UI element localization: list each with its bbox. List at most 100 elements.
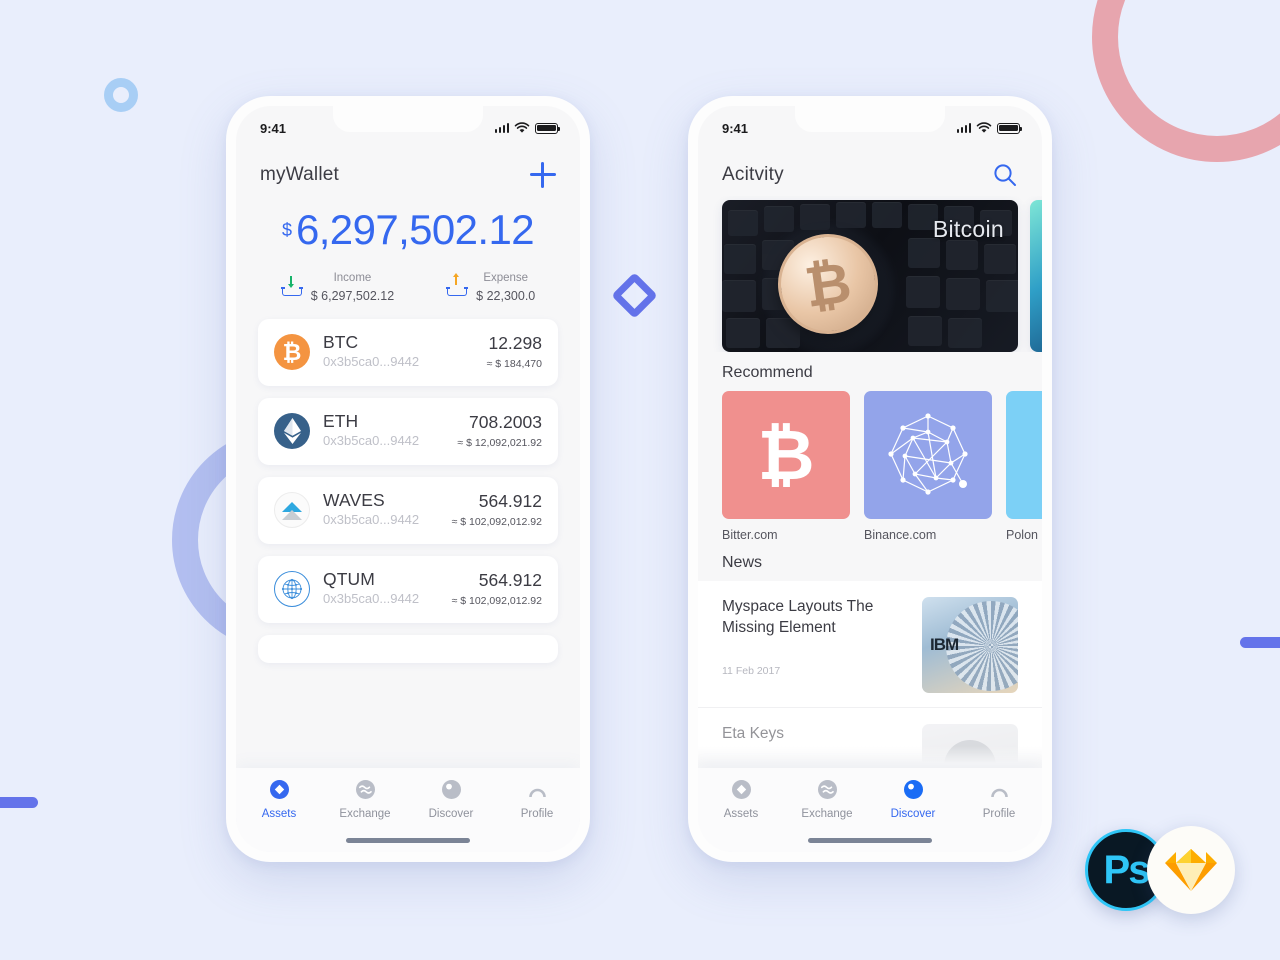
discover-icon	[408, 778, 494, 800]
wifi-icon	[976, 122, 992, 133]
ethereum-icon	[274, 413, 310, 450]
tab-label: Profile	[982, 808, 1016, 820]
status-time: 9:41	[260, 120, 287, 136]
tab-profile[interactable]: Profile	[494, 778, 580, 822]
tab-exchange[interactable]: Exchange	[322, 778, 408, 822]
asset-symbol: QTUM	[323, 569, 375, 590]
list-item[interactable]: ₿ Bitter.com	[722, 391, 850, 542]
exchange-icon	[322, 778, 408, 800]
asset-address: 0x3b5ca0...9442	[323, 512, 420, 528]
news-text: Eta Keys	[722, 724, 908, 745]
home-indicator[interactable]	[346, 838, 470, 843]
tab-discover[interactable]: Discover	[408, 778, 494, 822]
list-item[interactable]: Polon	[1006, 391, 1042, 542]
status-time: 9:41	[722, 120, 749, 136]
profile-icon	[494, 778, 580, 800]
tab-assets[interactable]: Assets	[698, 778, 784, 822]
asset-address: 0x3b5ca0...9442	[323, 433, 420, 449]
tab-label: Exchange	[339, 808, 391, 820]
poloniex-icon	[1006, 391, 1042, 519]
banner-bitcoin[interactable]: ₿ Bitcoin	[722, 200, 1018, 352]
asset-values: 564.912 ≈ $ 102,092,012.92	[452, 570, 542, 609]
tab-discover[interactable]: Discover	[870, 778, 956, 822]
asset-main: BTC 0x3b5ca0...9442	[323, 332, 487, 371]
table-row[interactable]: QTUM 0x3b5ca0...9442 564.912 ≈ $ 102,092…	[258, 555, 558, 623]
page-title: myWallet	[260, 164, 340, 185]
tab-label: Assets	[723, 808, 759, 820]
table-row[interactable]: ₿ BTC 0x3b5ca0...9442 12.298 ≈ $ 184,470	[258, 318, 558, 386]
sketch-icon	[1147, 826, 1235, 914]
asset-fiat-value: ≈ $ 12,092,021.92	[457, 436, 542, 449]
recommend-carousel[interactable]: ₿ Bitter.com Binance.com Polon	[698, 391, 1042, 542]
news-title: Eta Keys	[722, 725, 785, 742]
news-date: 11 Feb 2017	[722, 664, 781, 677]
asset-quantity: 564.912	[478, 569, 542, 590]
wallet-screen-body: myWallet $ 6,297,502.12 Income $ 6,297,5…	[236, 150, 580, 852]
table-row-partial[interactable]	[258, 634, 558, 663]
balance-amount: 6,297,502.12	[295, 206, 535, 253]
discover-screen-body: Acitvity ₿ Bitcoin Recommend ₿ Bitter.co…	[698, 150, 1042, 852]
tab-label: Profile	[520, 808, 554, 820]
expense-value: $ 22,300.0	[476, 288, 536, 303]
search-icon[interactable]	[992, 162, 1018, 188]
table-row[interactable]: ETH 0x3b5ca0...9442 708.2003 ≈ $ 12,092,…	[258, 397, 558, 465]
asset-main: QTUM 0x3b5ca0...9442	[323, 569, 452, 608]
phone-mockup-wallet: 9:41 myWallet $ 6,297,502.12 Income $ 6,…	[226, 96, 590, 862]
news-text: Myspace Layouts The Missing Element 11 F…	[722, 597, 908, 677]
assets-icon	[236, 778, 322, 800]
bitcoin-icon: ₿	[274, 334, 310, 371]
banner-secondary[interactable]	[1030, 200, 1042, 352]
recommend-section-title: Recommend	[722, 364, 813, 381]
battery-icon	[997, 122, 1023, 134]
list-item[interactable]: Binance.com	[864, 391, 992, 542]
tab-label: Discover	[890, 808, 936, 820]
income-item: Income $ 6,297,502.12	[280, 268, 394, 305]
recommend-name: Bitter.com	[722, 528, 778, 542]
wallet-header: myWallet	[236, 150, 580, 196]
asset-quantity: 708.2003	[469, 411, 542, 432]
tab-profile[interactable]: Profile	[956, 778, 1042, 822]
asset-fiat-value: ≈ $ 184,470	[486, 357, 542, 370]
decor-diamond-outline	[611, 272, 658, 319]
recommend-name: Polon	[1006, 528, 1038, 542]
news-title: Myspace Layouts The Missing Element	[722, 598, 874, 636]
asset-address: 0x3b5ca0...9442	[323, 591, 420, 607]
tray-upload-icon	[446, 273, 468, 297]
decor-bar-right	[1240, 637, 1280, 648]
discover-icon	[870, 778, 956, 800]
banner-caption: Bitcoin	[932, 216, 1004, 242]
asset-symbol: WAVES	[323, 490, 385, 511]
phone-mockup-discover: 9:41 Acitvity ₿ Bitcoin Recommend ₿ Bitt…	[688, 96, 1052, 862]
asset-list: ₿ BTC 0x3b5ca0...9442 12.298 ≈ $ 184,470	[236, 309, 580, 663]
asset-quantity: 564.912	[478, 490, 542, 511]
income-expense-row: Income $ 6,297,502.12 Expense $ 22,300.0	[236, 268, 580, 305]
wallet-screen: 9:41 myWallet $ 6,297,502.12 Income $ 6,…	[236, 106, 580, 852]
discover-header: Acitvity	[698, 150, 1042, 196]
income-label: Income	[333, 272, 372, 285]
scroll-fade-mask	[236, 746, 580, 768]
tab-exchange[interactable]: Exchange	[784, 778, 870, 822]
waves-icon	[274, 492, 310, 529]
status-indicators	[956, 122, 1023, 134]
expense-label: Expense	[483, 272, 529, 285]
tab-assets[interactable]: Assets	[236, 778, 322, 822]
asset-main: ETH 0x3b5ca0...9442	[323, 411, 457, 450]
asset-values: 708.2003 ≈ $ 12,092,021.92	[457, 412, 542, 451]
activity-banner-carousel[interactable]: ₿ Bitcoin	[698, 196, 1042, 352]
bottom-tab-bar: Assets Exchange Discover Profile	[236, 768, 580, 852]
cellular-signal-icon	[494, 123, 509, 133]
discover-screen: 9:41 Acitvity ₿ Bitcoin Recommend ₿ Bitt…	[698, 106, 1042, 852]
plus-icon[interactable]	[530, 162, 556, 188]
exchange-icon	[784, 778, 870, 800]
wifi-icon	[514, 122, 530, 133]
asset-values: 564.912 ≈ $ 102,092,012.92	[452, 491, 542, 530]
assets-icon	[698, 778, 784, 800]
asset-symbol: ETH	[323, 411, 359, 432]
table-row[interactable]: WAVES 0x3b5ca0...9442 564.912 ≈ $ 102,09…	[258, 476, 558, 544]
balance-currency-symbol: $	[281, 220, 292, 240]
asset-symbol: BTC	[323, 332, 359, 353]
qtum-icon	[274, 571, 310, 608]
list-item[interactable]: Myspace Layouts The Missing Element 11 F…	[698, 581, 1042, 708]
tab-label: Discover	[428, 808, 474, 820]
home-indicator[interactable]	[808, 838, 932, 843]
